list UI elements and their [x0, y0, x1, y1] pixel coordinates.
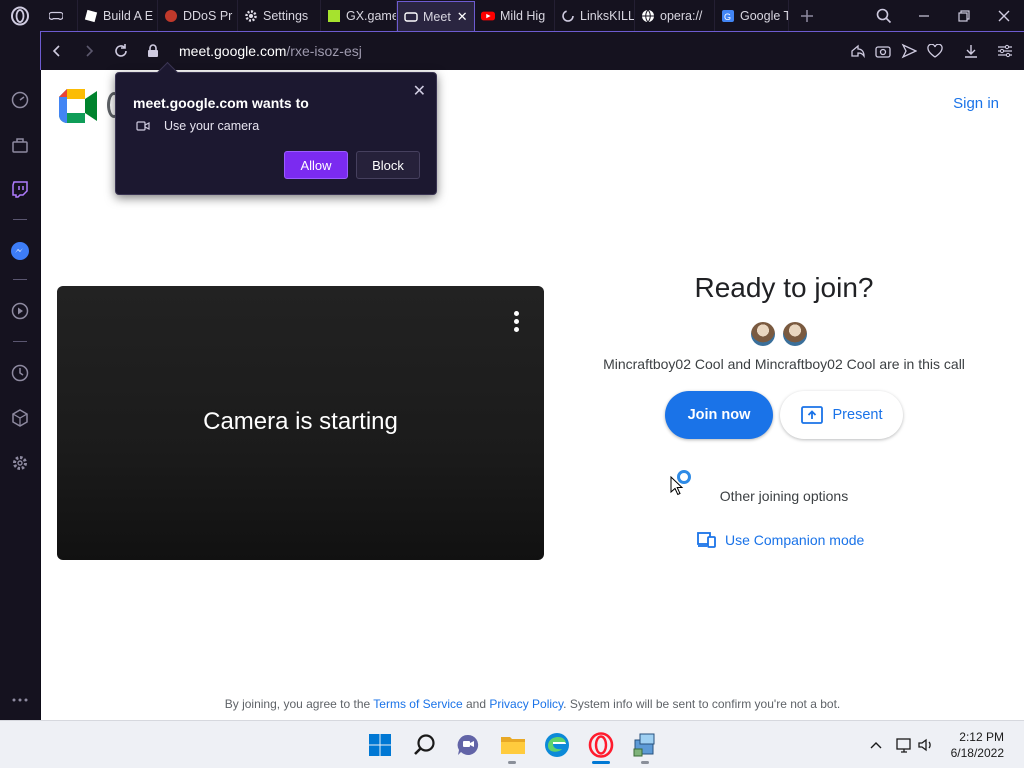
svg-text:G: G	[724, 12, 731, 22]
close-icon[interactable]: ✕	[413, 81, 426, 101]
restore-icon[interactable]	[944, 0, 984, 31]
tab-meet[interactable]: Meet ✕	[397, 1, 475, 31]
participant-avatars	[751, 322, 807, 346]
new-tab-icon[interactable]	[789, 0, 825, 31]
camera-permission-popup: meet.google.com wants to ✕ Use your came…	[115, 72, 437, 195]
controller-icon	[49, 9, 63, 23]
volume-icon[interactable]	[912, 731, 940, 759]
teams-chat-icon[interactable]	[455, 731, 483, 759]
ddos-icon	[164, 9, 178, 23]
sign-in-link[interactable]: Sign in	[953, 95, 999, 112]
tab-build-a[interactable]: Build A E	[78, 0, 158, 31]
ready-title: Ready to join?	[694, 272, 874, 303]
tab-ddos[interactable]: DDoS Pr	[158, 0, 238, 31]
tab-opera[interactable]: opera://	[635, 0, 715, 31]
companion-mode-link[interactable]: Use Companion mode	[697, 532, 864, 548]
twitch-icon[interactable]	[8, 177, 32, 201]
gear-icon	[244, 9, 258, 23]
close-window-icon[interactable]	[984, 0, 1024, 31]
chevron-up-icon[interactable]	[862, 731, 890, 759]
other-joining-options[interactable]: Other joining options	[681, 488, 887, 504]
player-icon[interactable]	[8, 299, 32, 323]
address-bar: meet.google.com/rxe-isoz-esj	[40, 31, 1024, 70]
tab-gx-games[interactable]: GX.game	[321, 0, 397, 31]
windows-taskbar: 2:12 PM 6/18/2022	[0, 720, 1024, 768]
gx-icon	[327, 9, 341, 23]
popup-title: meet.google.com wants to	[133, 95, 309, 111]
file-explorer-icon[interactable]	[499, 731, 527, 759]
sidebar	[0, 31, 40, 720]
extensions-icon[interactable]	[8, 406, 32, 430]
avatar	[751, 322, 775, 346]
tab-settings[interactable]: Settings	[238, 0, 321, 31]
opera-menu-icon[interactable]	[0, 0, 40, 31]
tab-mild-hig[interactable]: Mild Hig	[475, 0, 555, 31]
globe-icon	[641, 9, 655, 23]
allow-button[interactable]: Allow	[284, 151, 348, 179]
url-field[interactable]: meet.google.com/rxe-isoz-esj	[179, 43, 362, 59]
block-button[interactable]: Block	[356, 151, 420, 179]
more-options-icon[interactable]	[514, 311, 520, 332]
camera-icon[interactable]	[872, 40, 894, 62]
reload-icon[interactable]	[105, 32, 137, 70]
windows-start-icon[interactable]	[366, 731, 394, 759]
minimize-icon[interactable]	[904, 0, 944, 31]
edge-icon[interactable]	[543, 731, 571, 759]
google-translate-icon: G	[721, 9, 735, 23]
privacy-link[interactable]: Privacy Policy	[489, 697, 563, 711]
terms-link[interactable]: Terms of Service	[373, 697, 462, 711]
opera-gx-icon[interactable]	[587, 731, 615, 759]
easy-setup-icon[interactable]	[994, 40, 1016, 62]
back-icon[interactable]	[41, 32, 73, 70]
youtube-icon	[481, 9, 495, 23]
forward-icon[interactable]	[73, 32, 105, 70]
companion-mode-icon	[697, 532, 716, 548]
tab-linkskill[interactable]: LinksKILL	[555, 0, 635, 31]
search-tabs-icon[interactable]	[864, 0, 904, 31]
history-icon[interactable]	[8, 361, 32, 385]
send-icon[interactable]	[898, 40, 920, 62]
control-panel-icon[interactable]	[631, 731, 659, 759]
google-meet-logo	[59, 89, 99, 123]
tab-gx-corner[interactable]	[40, 0, 78, 31]
camera-preview: Camera is starting	[57, 286, 544, 560]
terms-footer: By joining, you agree to the Terms of Se…	[224, 697, 841, 711]
messenger-icon[interactable]	[8, 239, 32, 263]
present-icon	[800, 406, 823, 424]
video-camera-icon	[136, 121, 150, 131]
avatar	[783, 322, 807, 346]
speed-dial-icon[interactable]	[8, 88, 32, 112]
close-tab-icon[interactable]: ✕	[457, 9, 468, 25]
download-icon[interactable]	[960, 40, 982, 62]
in-call-text: Mincraftboy02 Cool and Mincraftboy02 Coo…	[603, 356, 965, 372]
share-icon[interactable]	[846, 40, 868, 62]
gx-control-icon[interactable]	[8, 133, 32, 157]
meet-icon	[404, 10, 418, 24]
settings-icon[interactable]	[8, 451, 32, 475]
search-icon[interactable]	[411, 731, 439, 759]
tab-google-translate[interactable]: G Google T	[715, 0, 789, 31]
system-clock[interactable]: 2:12 PM 6/18/2022	[951, 729, 1004, 761]
camera-status: Camera is starting	[203, 408, 398, 435]
join-now-button[interactable]: Join now	[665, 391, 773, 439]
present-button[interactable]: Present	[780, 391, 903, 439]
more-icon[interactable]	[8, 688, 32, 712]
heart-icon[interactable]	[924, 40, 946, 62]
loading-icon	[561, 9, 575, 23]
permission-row: Use your camera	[136, 119, 259, 133]
roblox-icon	[84, 9, 98, 23]
